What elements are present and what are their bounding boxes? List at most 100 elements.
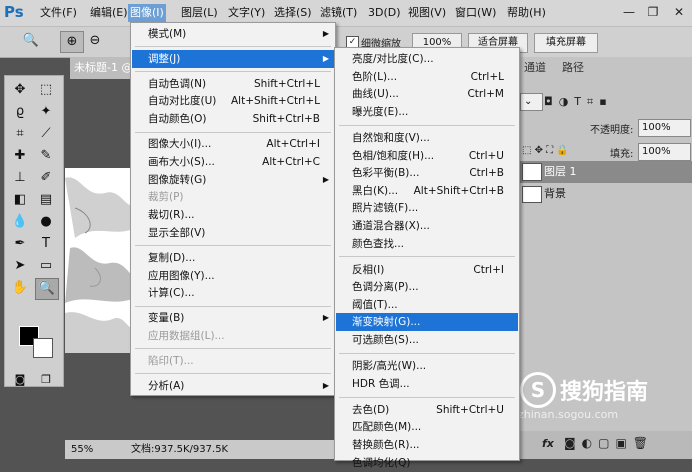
magic-wand-icon[interactable]: ✦ bbox=[35, 102, 57, 122]
menu-3[interactable]: 图层(L) bbox=[181, 4, 218, 22]
adjust_menu-item-3[interactable]: 曝光度(E)... bbox=[336, 103, 518, 121]
tab-channels[interactable]: 通道 bbox=[518, 57, 552, 79]
menu-item-label: 自然饱和度(V)... bbox=[352, 131, 430, 144]
clone-stamp-icon[interactable]: ⊥ bbox=[9, 168, 31, 188]
path-selection-icon[interactable]: ➤ bbox=[9, 256, 31, 276]
image_menu-item-9[interactable]: 画布大小(S)... Alt+Ctrl+C bbox=[132, 153, 334, 171]
menu-item-label: 亮度/对比度(C)... bbox=[352, 53, 434, 65]
close-button[interactable]: ✕ bbox=[672, 5, 686, 19]
adjust_menu-item-24[interactable]: 替换颜色(R)... bbox=[336, 436, 518, 454]
image_menu-item-8[interactable]: 图像大小(I)... Alt+Ctrl+I bbox=[132, 135, 334, 153]
canvas-image[interactable] bbox=[65, 168, 135, 353]
restore-button[interactable]: ❐ bbox=[646, 5, 660, 19]
background-color-swatch[interactable] bbox=[33, 338, 53, 358]
adjust_menu-item-0[interactable]: 亮度/对比度(C)... bbox=[336, 50, 518, 68]
layer-row-1[interactable]: 图层 1 bbox=[518, 161, 692, 183]
document-tab[interactable]: 未标题-1 @ bbox=[70, 57, 138, 79]
adjust_menu-item-14[interactable]: 色调分离(P)... bbox=[336, 278, 518, 296]
image_menu-item-17[interactable]: 计算(C)... bbox=[132, 284, 334, 302]
adjust_menu-item-13[interactable]: 反相(I) Ctrl+I bbox=[336, 261, 518, 279]
fx-icon[interactable]: fx bbox=[542, 437, 554, 450]
blur-tool-icon[interactable]: 💧 bbox=[9, 212, 31, 232]
adjust_menu-item-25[interactable]: 色调均化(Q) bbox=[336, 454, 518, 472]
adjust_menu-item-2[interactable]: 曲线(U)... Ctrl+M bbox=[336, 85, 518, 103]
menu-5[interactable]: 选择(S) bbox=[274, 4, 312, 22]
crop-tool-icon[interactable]: ⌗ bbox=[9, 124, 31, 144]
menu-item-label: 模式(M) bbox=[148, 28, 187, 40]
image_menu-item-5[interactable]: 自动对比度(U) Alt+Shift+Ctrl+L bbox=[132, 92, 334, 110]
menu-2[interactable]: 图像(I) bbox=[128, 4, 166, 22]
adjust_menu-item-8[interactable]: 黑白(K)... Alt+Shift+Ctrl+B bbox=[336, 182, 518, 200]
opacity-input[interactable]: 100% bbox=[638, 119, 691, 137]
image_menu-item-2[interactable]: 调整(J) ▶ bbox=[132, 49, 334, 68]
marquee-tool-icon[interactable]: ⬚ bbox=[35, 80, 57, 100]
image_menu-item-0[interactable]: 模式(M) ▶ bbox=[132, 25, 334, 43]
image_menu-item-19[interactable]: 变量(B) ▶ bbox=[132, 309, 334, 327]
menu-0[interactable]: 文件(F) bbox=[40, 4, 77, 22]
quick-mask-icon[interactable]: ◙ bbox=[9, 370, 31, 390]
menu-7[interactable]: 3D(D) bbox=[368, 4, 401, 22]
healing-brush-icon[interactable]: ✚ bbox=[9, 146, 31, 166]
gradient-tool-icon[interactable]: ▤ bbox=[35, 190, 57, 210]
layer-filter-select[interactable]: ⌄ bbox=[520, 93, 543, 111]
menu-1[interactable]: 编辑(E) bbox=[90, 4, 128, 22]
image_menu-item-6[interactable]: 自动颜色(O) Shift+Ctrl+B bbox=[132, 110, 334, 128]
layer-footer-icons[interactable]: ◙◐▢▣🗑 bbox=[564, 436, 654, 450]
adjust_menu-item-22[interactable]: 去色(D) Shift+Ctrl+U bbox=[336, 401, 518, 419]
image_menu-item-15[interactable]: 复制(D)... bbox=[132, 249, 334, 267]
zoom-out-icon[interactable]: ⊖ bbox=[84, 31, 106, 51]
dodge-tool-icon[interactable]: ● bbox=[35, 212, 57, 232]
menu-item-label: 去色(D) bbox=[352, 403, 390, 416]
menu-item-label: 分析(A) bbox=[148, 379, 185, 392]
image_menu-item-10[interactable]: 图像旋转(G) ▶ bbox=[132, 171, 334, 189]
pen-tool-icon[interactable]: ✒ bbox=[9, 234, 31, 254]
adjust_menu-item-19[interactable]: 阴影/高光(W)... bbox=[336, 357, 518, 375]
screen-mode-icon[interactable]: ❐ bbox=[35, 370, 57, 390]
lock-icons[interactable]: ⬚ ✥ ⛶ 🔒 bbox=[522, 145, 569, 156]
menu-item-label: 曲线(U)... bbox=[352, 88, 399, 101]
minimize-button[interactable]: — bbox=[622, 5, 636, 19]
adjust_menu-item-10[interactable]: 通道混合器(X)... bbox=[336, 217, 518, 235]
menu-4[interactable]: 文字(Y) bbox=[228, 4, 265, 22]
menu-item-label: 色彩平衡(B)... bbox=[352, 167, 420, 180]
adjust_menu-item-17[interactable]: 可选颜色(S)... bbox=[336, 331, 518, 349]
rectangle-tool-icon[interactable]: ▭ bbox=[35, 256, 57, 276]
tab-paths[interactable]: 路径 bbox=[556, 57, 590, 79]
layer-thumbnail bbox=[522, 163, 542, 181]
eyedropper-icon[interactable]: ⟋ bbox=[35, 124, 57, 144]
adjust_menu-item-23[interactable]: 匹配颜色(M)... bbox=[336, 418, 518, 436]
submenu-arrow-icon: ▶ bbox=[322, 380, 329, 390]
image_menu-item-24[interactable]: 分析(A) ▶ bbox=[132, 377, 334, 395]
menu-10[interactable]: 帮助(H) bbox=[507, 4, 546, 22]
brush-tool-icon[interactable]: ✎ bbox=[35, 146, 57, 166]
adjust_menu-item-6[interactable]: 色相/饱和度(H)... Ctrl+U bbox=[336, 147, 518, 165]
fill-input[interactable]: 100% bbox=[638, 143, 691, 161]
menu-6[interactable]: 滤镜(T) bbox=[320, 4, 357, 22]
layer-filter-icons[interactable]: ◘◑T⌗▪ bbox=[544, 95, 613, 109]
hand-tool-icon[interactable]: ✋ bbox=[9, 278, 31, 298]
image_menu-item-12[interactable]: 裁切(R)... bbox=[132, 206, 334, 224]
move-tool-icon[interactable]: ✥ bbox=[9, 80, 31, 100]
image_menu-item-4[interactable]: 自动色调(N) Shift+Ctrl+L bbox=[132, 75, 334, 93]
adjust_menu-item-7[interactable]: 色彩平衡(B)... Ctrl+B bbox=[336, 164, 518, 182]
adjust_menu-item-9[interactable]: 照片滤镜(F)... bbox=[336, 199, 518, 217]
layer-row-background[interactable]: 背景 bbox=[518, 183, 692, 205]
adjust_menu-item-16[interactable]: 渐变映射(G)... bbox=[336, 313, 518, 332]
adjust_menu-item-1[interactable]: 色阶(L)... Ctrl+L bbox=[336, 68, 518, 86]
menu-8[interactable]: 视图(V) bbox=[408, 4, 446, 22]
image_menu-item-13[interactable]: 显示全部(V) bbox=[132, 224, 334, 242]
adjust_menu-item-15[interactable]: 阈值(T)... bbox=[336, 296, 518, 314]
type-tool-icon[interactable]: T bbox=[35, 234, 57, 254]
zoom-tool-selected-icon[interactable]: 🔍 bbox=[35, 278, 59, 300]
adjust_menu-item-11[interactable]: 颜色查找... bbox=[336, 235, 518, 253]
zoom-tool-icon[interactable]: 🔍 bbox=[20, 31, 42, 51]
eraser-tool-icon[interactable]: ◧ bbox=[9, 190, 31, 210]
adjust_menu-item-5[interactable]: 自然饱和度(V)... bbox=[336, 129, 518, 147]
zoom-in-icon[interactable]: ⊕ bbox=[60, 31, 84, 53]
image_menu-item-16[interactable]: 应用图像(Y)... bbox=[132, 267, 334, 285]
history-brush-icon[interactable]: ✐ bbox=[35, 168, 57, 188]
adjust_menu-item-20[interactable]: HDR 色调... bbox=[336, 375, 518, 393]
lasso-tool-icon[interactable]: ϱ bbox=[9, 102, 31, 122]
menu-9[interactable]: 窗口(W) bbox=[455, 4, 496, 22]
fill-screen-button[interactable]: 填充屏幕 bbox=[534, 33, 598, 53]
